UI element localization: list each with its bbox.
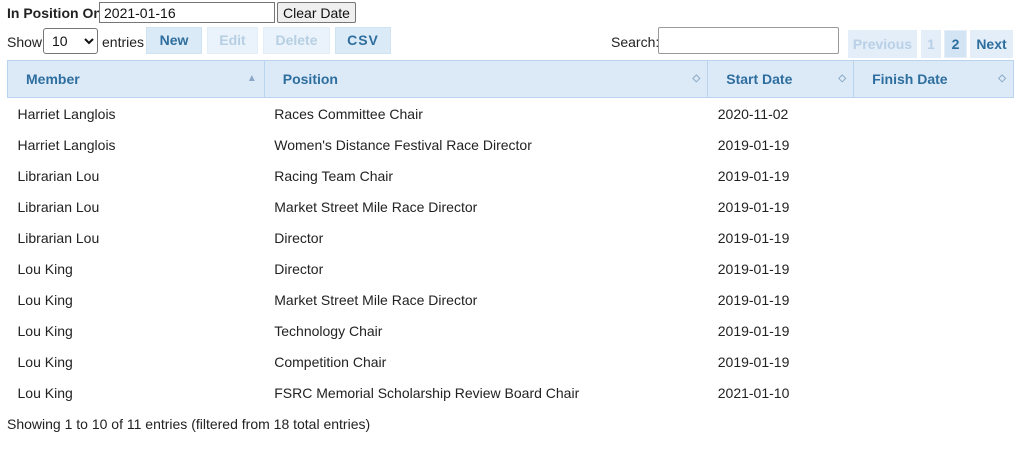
cell-member: Lou King	[17, 291, 73, 308]
cell-member: Lou King	[17, 353, 73, 370]
cell-finish-date	[854, 160, 1014, 191]
delete-button[interactable]: Delete	[263, 27, 330, 54]
next-page-button[interactable]: Next	[970, 30, 1013, 58]
table-row[interactable]: Lou King Competition Chair 2019-01-19	[8, 346, 1014, 377]
cell-member: Lou King	[17, 260, 73, 277]
cell-finish-date	[854, 253, 1014, 284]
page-2-button[interactable]: 2	[944, 30, 967, 58]
column-header-label: Position	[282, 71, 338, 87]
cell-start-date: 2019-01-19	[717, 167, 790, 184]
column-header-label: Finish Date	[872, 71, 948, 87]
cell-position: FSRC Memorial Scholarship Review Board C…	[274, 384, 580, 401]
search-label: Search:	[611, 34, 660, 50]
cell-finish-date	[854, 284, 1014, 315]
cell-member: Librarian Lou	[17, 167, 100, 184]
cell-finish-date	[854, 129, 1014, 160]
search-input[interactable]	[658, 27, 839, 54]
cell-start-date: 2020-11-02	[717, 105, 789, 122]
entries-per-page-select[interactable]: 10	[43, 28, 98, 54]
cell-position: Women's Distance Festival Race Director	[274, 136, 532, 153]
table-row[interactable]: Lou King Technology Chair 2019-01-19	[8, 315, 1014, 346]
column-header-start-date[interactable]: Start Date ◇	[707, 60, 855, 98]
previous-page-button[interactable]: Previous	[848, 30, 917, 58]
new-button[interactable]: New	[146, 27, 202, 54]
table-row[interactable]: Harriet Langlois Women's Distance Festiva…	[8, 129, 1014, 160]
table-row[interactable]: Librarian Lou Market Street Mile Race Dir…	[8, 191, 1014, 222]
cell-position: Director	[274, 260, 324, 277]
cell-start-date: 2019-01-19	[717, 353, 790, 370]
cell-member: Harriet Langlois	[17, 136, 116, 153]
cell-position: Director	[274, 229, 324, 246]
column-header-label: Start Date	[726, 71, 793, 87]
cell-finish-date	[854, 98, 1014, 130]
csv-button[interactable]: CSV	[335, 27, 391, 54]
clear-date-button[interactable]: Clear Date	[277, 2, 356, 23]
table-row[interactable]: Librarian Lou Director 2019-01-19	[8, 222, 1014, 253]
position-date-input[interactable]	[99, 2, 275, 23]
cell-finish-date	[854, 315, 1014, 346]
cell-position: Market Street Mile Race Director	[274, 198, 478, 215]
table-row[interactable]: Harriet Langlois Races Committee Chair 202…	[8, 98, 1014, 130]
in-position-on-label: In Position On	[7, 5, 102, 21]
cell-position: Technology Chair	[274, 322, 383, 339]
cell-member: Librarian Lou	[17, 198, 100, 215]
cell-member: Librarian Lou	[17, 229, 100, 246]
column-header-position[interactable]: Position ◇	[263, 60, 709, 98]
cell-start-date: 2019-01-19	[717, 136, 790, 153]
cell-start-date: 2019-01-19	[717, 291, 790, 308]
cell-start-date: 2019-01-19	[717, 229, 790, 246]
cell-position: Market Street Mile Race Director	[274, 291, 478, 308]
cell-member: Lou King	[17, 322, 73, 339]
cell-finish-date	[854, 191, 1014, 222]
sort-both-icon: ◇	[692, 73, 701, 84]
table-header-row: Member ▲ Position ◇ Start Date ◇ Finish …	[7, 60, 1014, 98]
table-row[interactable]: Lou King Director 2019-01-19	[8, 253, 1014, 284]
edit-button[interactable]: Edit	[207, 27, 258, 54]
positions-table: Member ▲ Position ◇ Start Date ◇ Finish …	[7, 60, 1014, 408]
table-row[interactable]: Librarian Lou Racing Team Chair 2019-01-19	[8, 160, 1014, 191]
column-header-member[interactable]: Member ▲	[7, 60, 265, 98]
cell-start-date: 2021-01-10	[717, 384, 790, 401]
cell-member: Lou King	[17, 384, 73, 401]
cell-finish-date	[854, 377, 1014, 408]
table-info: Showing 1 to 10 of 11 entries (filtered …	[7, 416, 371, 432]
cell-start-date: 2019-01-19	[717, 260, 790, 277]
cell-position: Racing Team Chair	[274, 167, 394, 184]
show-label: Show	[7, 34, 43, 50]
sort-both-icon: ◇	[998, 73, 1006, 84]
table-body: Harriet Langlois Races Committee Chair 202…	[8, 98, 1014, 409]
sort-both-icon: ◇	[838, 73, 847, 84]
column-header-finish-date[interactable]: Finish Date ◇	[853, 60, 1014, 98]
cell-position: Races Committee Chair	[274, 105, 423, 122]
cell-start-date: 2019-01-19	[717, 198, 790, 215]
cell-finish-date	[854, 222, 1014, 253]
page-1-button[interactable]: 1	[921, 30, 941, 58]
column-header-label: Member	[26, 71, 80, 87]
entries-label: entries	[102, 34, 145, 50]
cell-finish-date	[854, 346, 1014, 377]
table-row[interactable]: Lou King FSRC Memorial Scholarship Review…	[8, 377, 1014, 408]
cell-position: Competition Chair	[274, 353, 387, 370]
sort-ascending-icon: ▲	[246, 73, 257, 84]
table-row[interactable]: Lou King Market Street Mile Race Director…	[8, 284, 1014, 315]
cell-start-date: 2019-01-19	[717, 322, 790, 339]
cell-member: Harriet Langlois	[17, 105, 116, 122]
